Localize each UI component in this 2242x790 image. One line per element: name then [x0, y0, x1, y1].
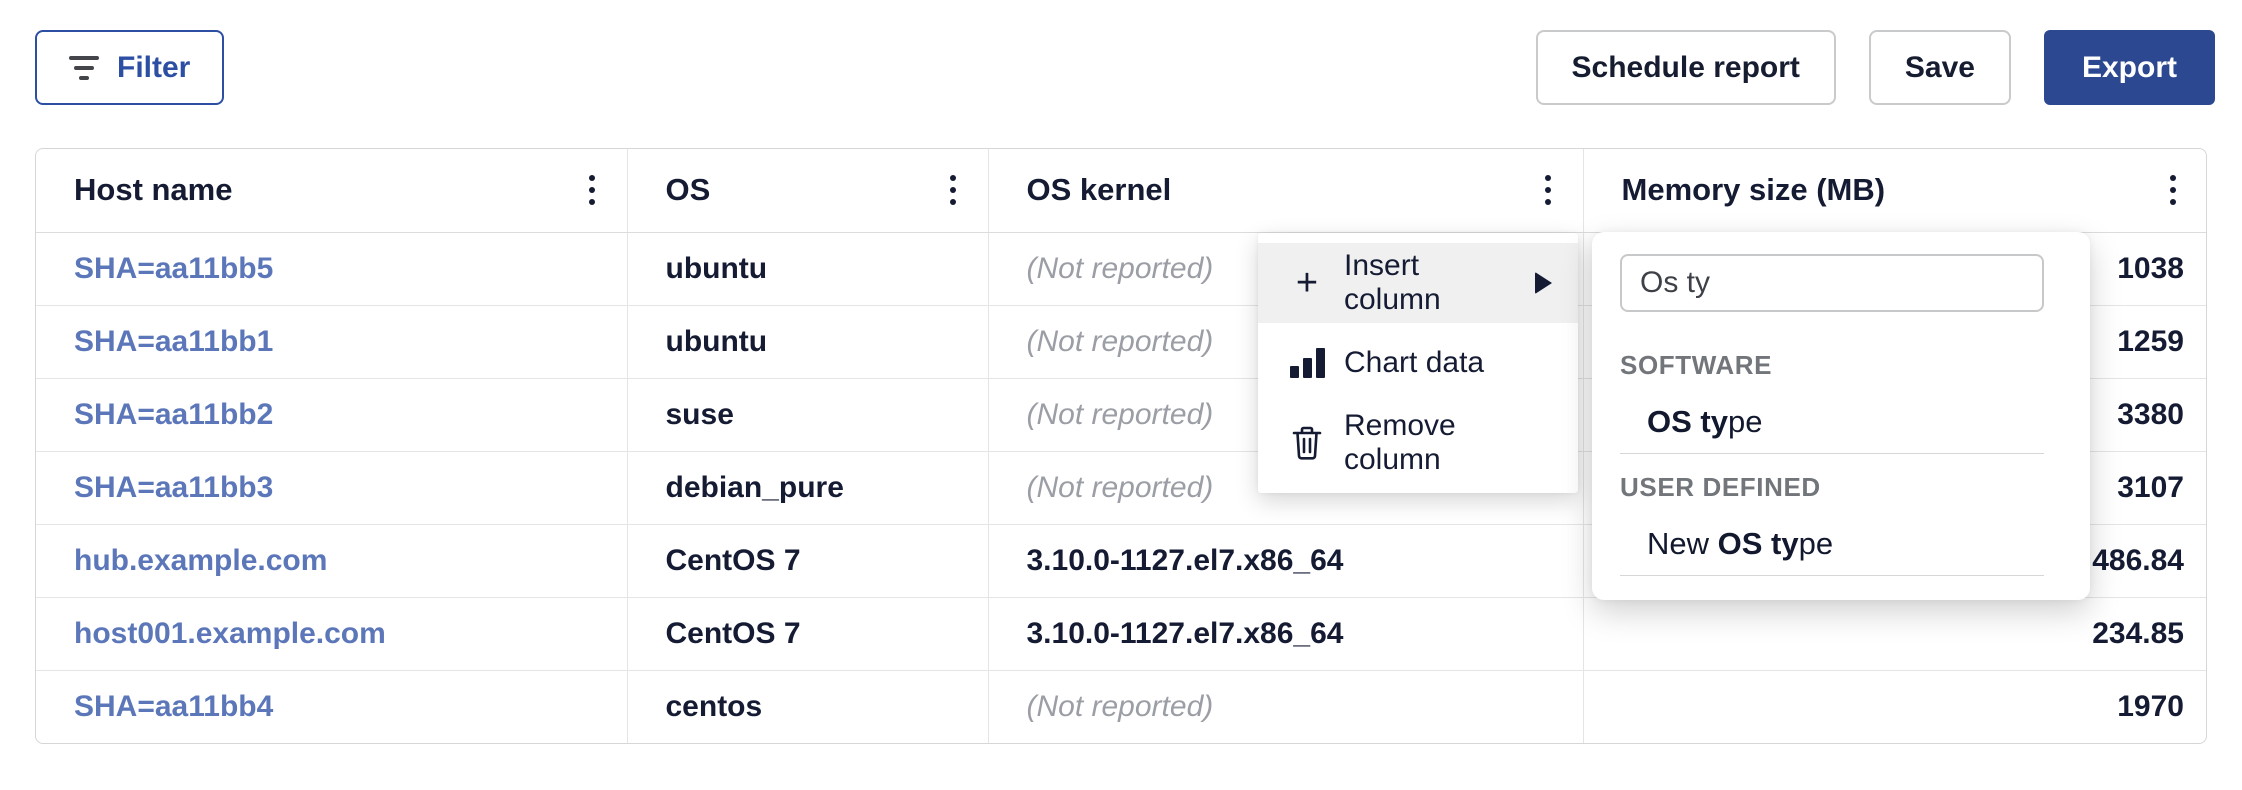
host-cell: hub.example.com — [36, 524, 627, 597]
column-header-os: OS — [627, 149, 988, 232]
table-row: SHA=aa11bb4 centos (Not reported) 1970 — [36, 670, 2207, 743]
toolbar: Filter Schedule report Save Export — [0, 0, 2242, 105]
os-cell: CentOS 7 — [627, 597, 988, 670]
menu-item-label: Remove column — [1344, 409, 1552, 477]
filter-label: Filter — [117, 51, 190, 85]
schedule-report-button[interactable]: Schedule report — [1536, 30, 1836, 105]
host-cell: host001.example.com — [36, 597, 627, 670]
chart-icon — [1284, 348, 1330, 378]
option-new-os-type[interactable]: New OS type — [1620, 526, 2044, 562]
os-cell: debian_pure — [627, 451, 988, 524]
host-link[interactable]: hub.example.com — [74, 544, 327, 577]
column-header-menu: + Insert column Chart data Remove column — [1258, 233, 1578, 493]
host-cell: SHA=aa11bb5 — [36, 232, 627, 305]
memory-cell: 1970 — [1583, 670, 2207, 743]
divider — [1620, 575, 2044, 576]
divider — [1620, 453, 2044, 454]
toolbar-actions: Schedule report Save Export — [1536, 30, 2215, 105]
host-cell: SHA=aa11bb2 — [36, 378, 627, 451]
export-button[interactable]: Export — [2044, 30, 2215, 105]
menu-item-chart-data[interactable]: Chart data — [1258, 323, 1578, 403]
menu-item-insert-column[interactable]: + Insert column — [1258, 243, 1578, 323]
menu-item-remove-column[interactable]: Remove column — [1258, 403, 1578, 483]
host-cell: SHA=aa11bb3 — [36, 451, 627, 524]
table-row: host001.example.com CentOS 7 3.10.0-1127… — [36, 597, 2207, 670]
column-header-memory-size: Memory size (MB) — [1583, 149, 2207, 232]
column-label: Memory size (MB) — [1622, 172, 1886, 208]
insert-column-popover: SOFTWARE OS type USER DEFINED New OS typ… — [1592, 232, 2090, 600]
host-link[interactable]: SHA=aa11bb1 — [74, 325, 273, 358]
column-label: OS kernel — [1027, 172, 1172, 208]
filter-button[interactable]: Filter — [35, 30, 224, 105]
plus-icon: + — [1284, 264, 1330, 302]
os-cell: centos — [627, 670, 988, 743]
os-cell: CentOS 7 — [627, 524, 988, 597]
column-label: Host name — [74, 172, 232, 208]
filter-icon — [69, 56, 99, 80]
kernel-cell: 3.10.0-1127.el7.x86_64 — [988, 524, 1583, 597]
host-link[interactable]: host001.example.com — [74, 617, 386, 650]
kernel-cell: 3.10.0-1127.el7.x86_64 — [988, 597, 1583, 670]
caret-right-icon — [1535, 272, 1552, 294]
section-heading-software: SOFTWARE — [1620, 350, 2044, 380]
kebab-icon[interactable] — [1537, 167, 1559, 213]
option-os-type[interactable]: OS type — [1620, 404, 2044, 440]
save-button[interactable]: Save — [1869, 30, 2011, 105]
host-link[interactable]: SHA=aa11bb5 — [74, 252, 273, 285]
column-header-os-kernel: OS kernel — [988, 149, 1583, 232]
host-cell: SHA=aa11bb1 — [36, 305, 627, 378]
column-label: OS — [666, 172, 711, 208]
column-header-host-name: Host name — [36, 149, 627, 232]
kernel-cell: (Not reported) — [988, 670, 1583, 743]
kebab-icon[interactable] — [2162, 167, 2184, 213]
host-link[interactable]: SHA=aa11bb2 — [74, 398, 273, 431]
host-link[interactable]: SHA=aa11bb3 — [74, 471, 273, 504]
os-cell: suse — [627, 378, 988, 451]
host-cell: SHA=aa11bb4 — [36, 670, 627, 743]
os-cell: ubuntu — [627, 305, 988, 378]
os-cell: ubuntu — [627, 232, 988, 305]
host-link[interactable]: SHA=aa11bb4 — [74, 690, 273, 723]
memory-cell: 234.85 — [1583, 597, 2207, 670]
kebab-icon[interactable] — [942, 167, 964, 213]
trash-icon — [1284, 425, 1330, 461]
kebab-icon[interactable] — [581, 167, 603, 213]
header-row: Host name OS OS kernel Memory size (MB) — [36, 149, 2207, 232]
menu-item-label: Chart data — [1344, 346, 1484, 380]
menu-item-label: Insert column — [1344, 249, 1515, 317]
column-search-input[interactable] — [1620, 254, 2044, 312]
section-heading-user-defined: USER DEFINED — [1620, 472, 2044, 502]
